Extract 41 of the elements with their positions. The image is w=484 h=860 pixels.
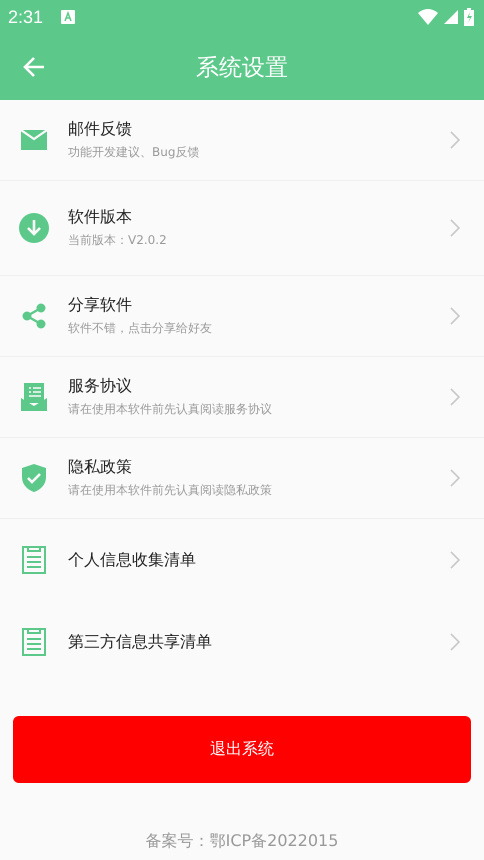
item-title: 分享软件	[68, 295, 133, 316]
clock: 2:31	[8, 6, 44, 28]
mail-icon	[19, 129, 49, 151]
chevron-icon	[450, 307, 460, 325]
item-title: 邮件反馈	[68, 119, 133, 140]
settings-item[interactable]: 软件版本 当前版本：V2.0.2	[0, 181, 484, 276]
settings-item[interactable]: 隐私政策 请在使用本软件前先认真阅读隐私政策	[0, 438, 484, 519]
item-description: 功能开发建议、Bug反馈	[68, 144, 200, 161]
item-description: 软件不错，点击分享给好友	[68, 320, 213, 337]
settings-item[interactable]: 个人信息收集清单	[0, 519, 484, 601]
shield-check-icon	[19, 464, 49, 492]
signal-icon	[444, 10, 458, 24]
settings-item[interactable]: 第三方信息共享清单	[0, 601, 484, 683]
item-title: 服务协议	[68, 376, 133, 397]
chevron-icon	[450, 131, 460, 149]
item-title: 第三方信息共享清单	[68, 632, 213, 652]
settings-item[interactable]: 邮件反馈 功能开发建议、Bug反馈	[0, 100, 484, 181]
clipboard-icon	[19, 546, 49, 574]
chevron-icon	[450, 469, 460, 487]
chevron-icon	[450, 633, 460, 651]
settings-item[interactable]: 服务协议 请在使用本软件前先认真阅读服务协议	[0, 357, 484, 438]
item-title: 隐私政策	[68, 457, 133, 478]
chevron-icon	[450, 388, 460, 406]
logout-button[interactable]: 退出系统	[13, 716, 471, 783]
notification-icon	[61, 10, 76, 24]
wifi-icon	[418, 9, 438, 25]
document-tray-icon	[19, 383, 49, 411]
chevron-icon	[450, 551, 460, 569]
item-description: 请在使用本软件前先认真阅读服务协议	[68, 401, 273, 418]
chevron-icon	[450, 219, 460, 237]
item-description: 当前版本：V2.0.2	[68, 232, 168, 249]
download-icon	[19, 213, 49, 243]
icp-number: 备案号：鄂ICP备2022015	[144, 831, 340, 852]
settings-item[interactable]: 分享软件 软件不错，点击分享给好友	[0, 276, 484, 357]
back-arrow-icon	[22, 55, 46, 79]
battery-icon	[464, 8, 474, 26]
item-title: 个人信息收集清单	[68, 550, 197, 570]
clipboard-icon	[19, 628, 49, 656]
item-description: 请在使用本软件前先认真阅读隐私政策	[68, 482, 273, 499]
screen-title: 系统设置	[196, 54, 288, 82]
item-title: 软件版本	[68, 207, 133, 228]
